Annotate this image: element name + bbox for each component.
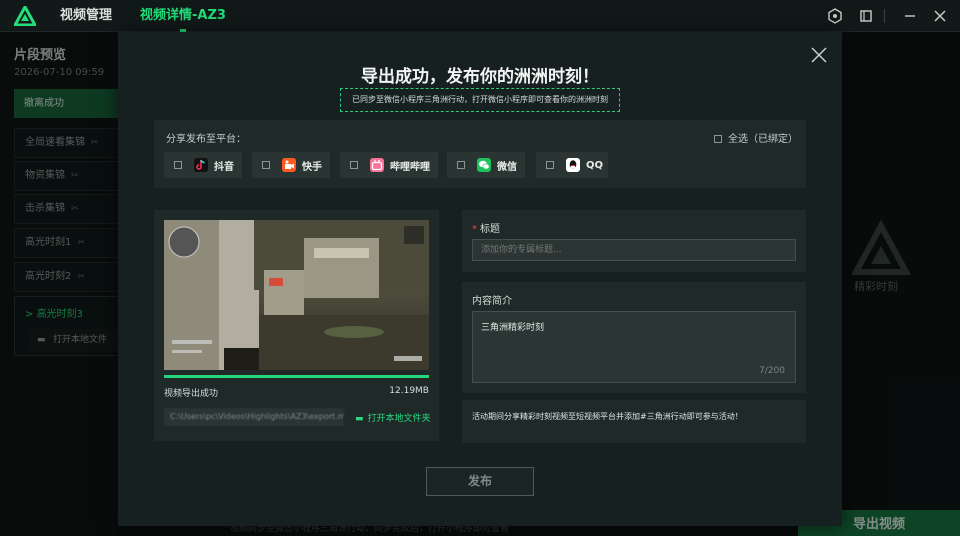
qq-icon xyxy=(566,158,580,172)
dialog-subtitle: 已同步至微信小程序三角洲行动，打开微信小程序即可查看你的洲洲时刻 xyxy=(340,88,620,112)
checkbox-icon xyxy=(174,161,182,169)
platform-name: 快手 xyxy=(302,161,322,173)
share-platform-panel: 分享发布至平台： 全选（已绑定） 抖音 快手 哔哩哔哩 微信 QQ xyxy=(154,120,806,188)
title-input[interactable] xyxy=(472,239,796,261)
intro-text-value: 三角洲精彩时刻 xyxy=(481,323,545,333)
event-tip-text: 活动期间分享精彩时刻视频至短视频平台并添加#三角洲行动即可参与活动！ xyxy=(472,412,743,421)
platform-qq[interactable]: QQ xyxy=(536,152,608,178)
title-bar-divider xyxy=(884,9,885,23)
close-icon[interactable] xyxy=(931,7,949,25)
checkbox-icon xyxy=(714,135,722,143)
publish-dialog: 导出成功，发布你的洲洲时刻！ 已同步至微信小程序三角洲行动，打开微信小程序即可查… xyxy=(118,32,842,526)
event-tip-panel: 活动期间分享精彩时刻视频至短视频平台并添加#三角洲行动即可参与活动！ xyxy=(462,400,806,443)
tab-video-detail[interactable]: 视频详情-AZ3 xyxy=(140,0,226,32)
platform-name: 抖音 xyxy=(214,161,234,173)
title-field-label: * 标题 xyxy=(472,220,500,235)
select-all-label: 全选（已绑定） xyxy=(728,134,798,145)
checkbox-icon xyxy=(350,161,358,169)
export-progress-bar xyxy=(164,375,429,378)
bilibili-icon xyxy=(370,158,384,172)
required-marker: * xyxy=(472,224,477,235)
app-window: 视频管理 视频详情-AZ3 片段预览 2026-07-10 09:59 撤离成功… xyxy=(0,0,960,536)
char-counter: 7/200 xyxy=(759,366,785,376)
publish-button[interactable]: 发布 xyxy=(426,467,534,496)
dialog-title: 导出成功，发布你的洲洲时刻！ xyxy=(361,67,599,87)
select-all-checkbox[interactable]: 全选（已绑定） xyxy=(714,130,798,145)
file-size-text: 12.19MB xyxy=(389,386,429,396)
title-label-text: 标题 xyxy=(480,224,500,235)
folder-icon: ▬ xyxy=(355,414,364,424)
tab-video-manage[interactable]: 视频管理 xyxy=(60,0,112,32)
minimize-icon[interactable] xyxy=(901,7,919,25)
douyin-icon xyxy=(194,158,208,172)
platform-name: 微信 xyxy=(497,161,517,173)
title-bar: 视频管理 视频详情-AZ3 xyxy=(0,0,960,32)
game-scene-image xyxy=(164,220,429,370)
title-field-panel: * 标题 xyxy=(462,210,806,272)
kuaishou-icon xyxy=(282,158,296,172)
platform-douyin[interactable]: 抖音 xyxy=(164,152,242,178)
platform-name: 哔哩哔哩 xyxy=(390,161,430,173)
app-logo-icon xyxy=(14,6,36,26)
intro-textarea[interactable]: 三角洲精彩时刻 7/200 xyxy=(472,311,796,383)
settings-icon[interactable] xyxy=(826,7,844,25)
platform-name: QQ xyxy=(586,159,604,171)
share-label: 分享发布至平台： xyxy=(166,134,246,145)
checkbox-icon xyxy=(457,161,465,169)
intro-field-panel: 内容简介 三角洲精彩时刻 7/200 xyxy=(462,282,806,393)
checkbox-icon xyxy=(262,161,270,169)
intro-field-label: 内容简介 xyxy=(472,296,512,307)
wechat-icon xyxy=(477,158,491,172)
open-folder-link[interactable]: ▬ 打开本地文件夹 xyxy=(355,411,431,424)
open-folder-label: 打开本地文件夹 xyxy=(367,414,431,424)
window-icon[interactable] xyxy=(857,7,875,25)
platform-bilibili[interactable]: 哔哩哔哩 xyxy=(340,152,438,178)
checkbox-icon xyxy=(546,161,554,169)
platform-wechat[interactable]: 微信 xyxy=(447,152,525,178)
platform-kuaishou[interactable]: 快手 xyxy=(252,152,330,178)
video-thumbnail[interactable] xyxy=(164,220,429,370)
export-status-text: 视频导出成功 xyxy=(164,389,219,399)
file-path-field: C:\Users\pc\Videos\Highlights\AZ3\export… xyxy=(164,408,344,426)
video-preview-panel: 视频导出成功 12.19MB C:\Users\pc\Videos\Highli… xyxy=(154,210,439,441)
